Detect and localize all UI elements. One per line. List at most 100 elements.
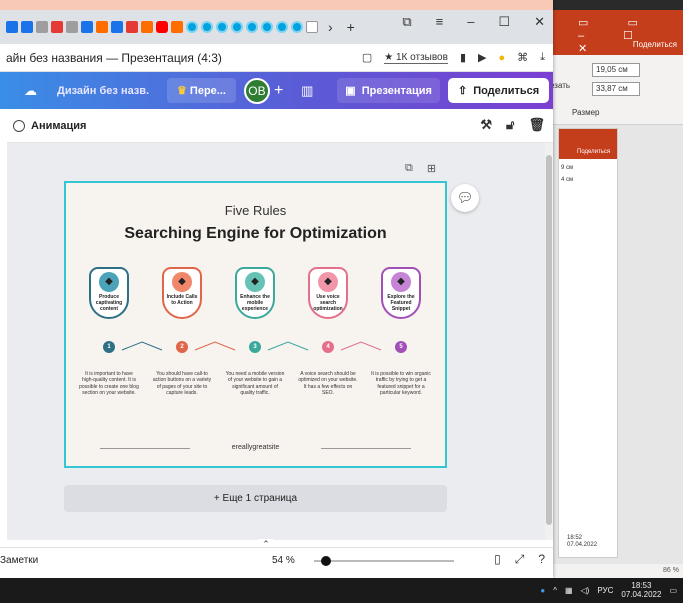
notes-button[interactable]: Заметки (0, 555, 38, 566)
present-button[interactable]: ▣ Презентация (337, 78, 440, 103)
rule-number: 3 (249, 341, 261, 353)
send-icon[interactable]: ▶ (478, 51, 486, 64)
canva-tab-icon[interactable] (201, 21, 213, 33)
system-tray: ● ^ ▦ ◁) РУС 18:53 07.04.2022 ▭ (540, 581, 677, 599)
trash-icon[interactable]: 🗑︎ (528, 117, 545, 133)
maximize-button[interactable]: ☐ (498, 14, 510, 30)
canva-tab-icon[interactable] (246, 21, 258, 33)
tab-icon[interactable] (51, 21, 63, 33)
resize-button[interactable]: ♛ Пере... (167, 78, 236, 103)
add-page-icon[interactable]: ⊞ (427, 162, 436, 175)
tab-icon[interactable] (171, 21, 183, 33)
rule-icon: ◆ (172, 272, 192, 292)
tab-icon[interactable] (66, 21, 78, 33)
canva-tab-icon[interactable] (231, 21, 243, 33)
fullscreen-icon[interactable]: ⤢ (515, 552, 525, 567)
ppt-mini-share[interactable]: Поделиться (559, 129, 617, 159)
zoom-slider[interactable] (314, 556, 454, 566)
rule-card: ◆ Include Calls to Action (161, 267, 203, 319)
lock-icon[interactable]: 🔓︎ (506, 117, 514, 133)
slide[interactable]: Five Rules Searching Engine for Optimiza… (64, 181, 447, 468)
tab-icon[interactable] (81, 21, 93, 33)
page-title[interactable]: айн без названия — Презентация (4:3) (6, 51, 362, 65)
window-top-strip (0, 0, 553, 10)
add-comment-button[interactable]: 💬︎ (451, 184, 479, 212)
zoom-slider-knob[interactable] (321, 556, 331, 566)
tab-icon[interactable] (96, 21, 108, 33)
help-icon[interactable]: ? (538, 552, 545, 567)
ppt-window-controls[interactable]: ▭ ▭ – ☐ ✕ (578, 16, 683, 55)
canva-tab-icon[interactable] (261, 21, 273, 33)
new-tab-button[interactable]: + (347, 19, 355, 35)
rule-badge: ◆ Produce captivating content (89, 267, 129, 319)
ppt-mini-time: 18:52 (567, 535, 583, 541)
canva-tab-icon[interactable] (216, 21, 228, 33)
reviews-link[interactable]: ★ 1К отзывов (384, 52, 448, 64)
extension-color-icon[interactable]: ● (498, 52, 505, 64)
zoom-value[interactable]: 54 % (272, 555, 295, 566)
animation-button[interactable]: Анимация (31, 120, 86, 132)
tab-strip: › + ⧉ ≡ – ☐ ✕ (0, 10, 553, 44)
duplicate-page-icon[interactable]: ⧉ (405, 162, 413, 175)
tab-icon[interactable] (21, 21, 33, 33)
cloud-save-icon[interactable]: ☁ (24, 83, 37, 99)
tab-icon[interactable] (6, 21, 18, 33)
paint-roller-icon[interactable]: ⚒ (480, 117, 492, 133)
connector-zigzag (340, 341, 382, 351)
volume-icon[interactable]: ◁) (581, 586, 590, 595)
bookmark-icon[interactable]: ▮ (460, 51, 466, 64)
language-indicator[interactable]: РУС (597, 586, 613, 595)
slide-subtitle: Five Rules (224, 203, 287, 218)
minimize-button[interactable]: – (467, 14, 474, 30)
tray-overflow-icon[interactable]: ^ (553, 586, 557, 595)
ppt-crop-label[interactable]: езать (550, 81, 570, 90)
vertical-scrollbar[interactable] (545, 143, 553, 540)
notifications-icon[interactable]: ▭ (669, 586, 677, 595)
canva-tab-icon[interactable] (276, 21, 288, 33)
tab-icon[interactable] (126, 21, 138, 33)
menu-icon[interactable]: ≡ (436, 14, 444, 30)
extension-icon[interactable]: ▢ (362, 51, 372, 64)
close-button[interactable]: ✕ (534, 14, 545, 30)
tab-scroll-right-icon[interactable]: › (328, 19, 333, 35)
tab-icon[interactable] (111, 21, 123, 33)
editor-toolbar: Анимация ⚒ 🔓︎ 🗑︎ (7, 109, 553, 143)
tab-icon[interactable] (36, 21, 48, 33)
connector-zigzag (121, 341, 163, 351)
browser-window: › + ⧉ ≡ – ☐ ✕ айн без названия — Презент… (0, 0, 553, 578)
collections-icon[interactable]: ⧉ (402, 14, 411, 30)
clock[interactable]: 18:53 07.04.2022 (621, 581, 661, 599)
rule-description: You should have call-to action buttons o… (152, 371, 212, 396)
rule-label: Explore the Featured Snippet (387, 294, 415, 312)
design-name[interactable]: Дизайн без назв... (57, 85, 149, 97)
help-tray-icon[interactable]: ● (540, 586, 545, 595)
ppt-share-button[interactable]: Поделиться (633, 40, 677, 49)
ppt-height-field[interactable]: 33,87 см (592, 82, 640, 96)
insights-icon[interactable]: ▥ (295, 83, 319, 99)
rule-label: Use voice search optimization (313, 294, 343, 312)
add-collaborator-icon[interactable]: + (274, 82, 283, 100)
active-tab[interactable] (306, 21, 318, 33)
rule-description: It is important to have high-quality con… (79, 371, 139, 396)
page-count-icon[interactable]: ▯ (494, 552, 501, 567)
youtube-tab-icon[interactable] (156, 21, 168, 33)
ppt-mini-h: 4 см (561, 177, 574, 183)
upload-icon: ⇧ (457, 85, 468, 97)
download-icon[interactable]: ⤓ (540, 51, 545, 64)
share-button[interactable]: ⇧ Поделиться (447, 78, 550, 103)
tab-icon[interactable] (141, 21, 153, 33)
ppt-width-field[interactable]: 19,05 см (592, 63, 640, 77)
more-pages-button[interactable]: + Еще 1 страница (64, 485, 447, 512)
avatar[interactable]: OB (243, 77, 270, 104)
ppt-mini-w: 9 см (561, 165, 574, 171)
network-icon[interactable]: ▦ (565, 586, 573, 595)
canva-tab-icon[interactable] (186, 21, 198, 33)
present-icon: ▣ (345, 85, 356, 97)
canva-tab-icon[interactable] (291, 21, 303, 33)
ppt-ribbon: езать 19,05 см 33,87 см Размер (548, 55, 683, 125)
puzzle-icon[interactable]: ⌘ (517, 51, 528, 64)
powerpoint-window: ▭ ▭ – ☐ ✕ Поделиться езать 19,05 см 33,8… (548, 10, 683, 580)
rule-icon: ◆ (391, 272, 411, 292)
rule-description: A voice search should be optimized on yo… (298, 371, 358, 396)
address-bar: айн без названия — Презентация (4:3) ▢ ★… (0, 44, 553, 72)
